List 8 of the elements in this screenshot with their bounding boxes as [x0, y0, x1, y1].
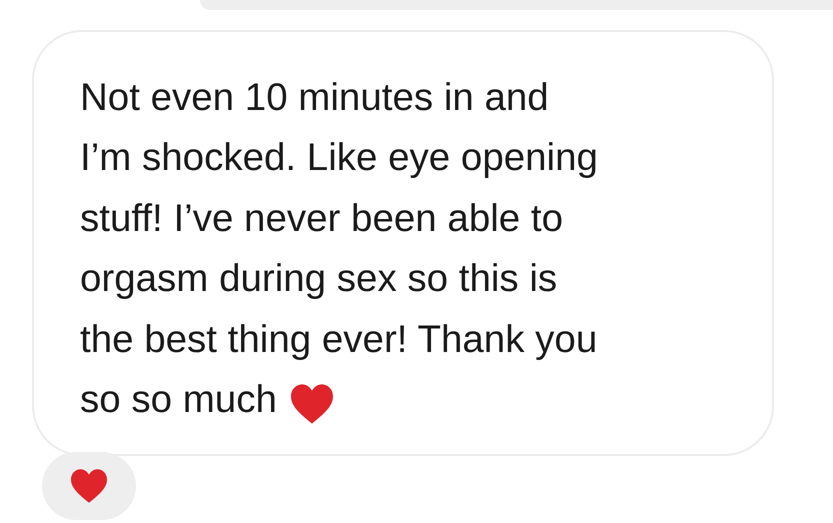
message-text: stuff! I’ve never been able to — [80, 196, 563, 242]
message-text: I’m shocked. Like eye opening — [80, 135, 598, 182]
heart-icon — [288, 383, 335, 426]
message-text: Not even 10 minutes in and — [80, 75, 549, 121]
message-text: orgasm during sex so this is — [80, 256, 558, 302]
message-text: the best thing ever! Thank you — [80, 316, 598, 363]
message-text: so so much — [80, 376, 277, 423]
heart-icon — [69, 468, 109, 504]
